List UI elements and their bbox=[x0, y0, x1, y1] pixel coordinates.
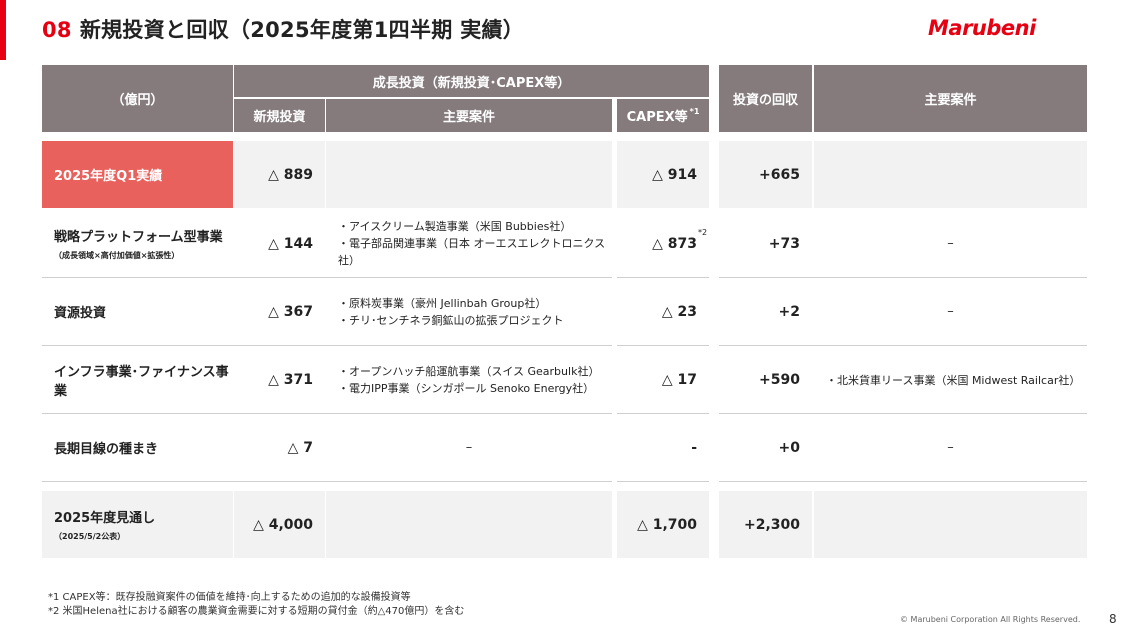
recovery-value: +73 bbox=[768, 235, 800, 252]
recovery-cases-header: 主要案件 bbox=[814, 65, 1087, 132]
row-label-text: 資源投資 bbox=[54, 306, 107, 321]
new-investment-header: 新規投資 bbox=[234, 99, 325, 132]
row-label-text: インフラ事業･ファイナンス事業 bbox=[54, 364, 229, 399]
row-label-text: 戦略プラットフォーム型事業 bbox=[54, 230, 223, 245]
row-divider bbox=[719, 481, 1087, 482]
new-investment-value: △ 371 bbox=[268, 371, 313, 388]
recovery-value: +0 bbox=[778, 439, 800, 456]
new-investment-value: △ 144 bbox=[268, 235, 313, 252]
cases-cell: ・アイスクリーム製造事業（米国 Bubbies社） ・電子部品関連事業（日本 オー… bbox=[326, 210, 612, 277]
recovery-value: +665 bbox=[719, 141, 812, 208]
capex-value: △ 914 bbox=[617, 141, 709, 208]
recovery-value: +590 bbox=[759, 371, 800, 388]
footnote: *2 米国Helena社における顧客の農業資金需要に対する短期の貸付金（約△47… bbox=[48, 606, 465, 617]
recovery-cases-cell bbox=[814, 491, 1087, 558]
capex-value: △ 17 bbox=[661, 371, 697, 388]
new-investment-value: △ 4,000 bbox=[234, 491, 325, 558]
case-item: ・アイスクリーム製造事業（米国 Bubbies社） bbox=[338, 220, 572, 233]
case-item: ・オープンハッチ船運航事業（スイス Gearbulk社） bbox=[338, 364, 600, 378]
page-number: 8 bbox=[1109, 612, 1117, 626]
case-item: ・原料炭事業（豪州 Jellinbah Group社） bbox=[338, 296, 547, 310]
case-item: ・電子部品関連事業（日本 オーエスエレクトロニクス社） bbox=[338, 237, 606, 267]
new-investment-value: △ 7 bbox=[287, 439, 313, 456]
capex-header-note: *1 bbox=[689, 107, 700, 116]
row-label: 2025年度見通し （2025/5/2公表） bbox=[42, 491, 233, 558]
row-label-text: 長期目線の種まき bbox=[54, 442, 159, 457]
unit-header: （億円） bbox=[42, 65, 233, 132]
row-label-text: 2025年度Q1実績 bbox=[54, 169, 163, 184]
copyright: © Marubeni Corporation All Rights Reserv… bbox=[900, 615, 1081, 624]
capex-value: △ 1,700 bbox=[617, 491, 709, 558]
case-item: ・チリ･センチネラ銅鉱山の拡張プロジェクト bbox=[338, 313, 564, 327]
row-divider bbox=[617, 481, 709, 482]
case-item: ・電力IPP事業（シンガポール Senoko Energy社） bbox=[338, 381, 595, 395]
capex-header-label: CAPEX等 bbox=[626, 110, 688, 125]
recovery-value: +2 bbox=[778, 303, 800, 320]
recovery-cases-cell: – bbox=[947, 440, 954, 455]
row-divider bbox=[42, 481, 612, 482]
title-text: 新規投資と回収（2025年度第1四半期 実績） bbox=[79, 18, 525, 42]
row-label-text: 2025年度見通し bbox=[54, 511, 156, 526]
cases-cell bbox=[326, 491, 612, 558]
new-investment-value: △ 367 bbox=[268, 303, 313, 320]
row-label: インフラ事業･ファイナンス事業 bbox=[42, 346, 233, 413]
marubeni-logo: Marubeni bbox=[928, 16, 1036, 40]
accent-bar bbox=[0, 0, 6, 60]
recovery-cases-cell bbox=[814, 141, 1087, 208]
row-label: 戦略プラットフォーム型事業 （成長領域×高付加価値×拡張性） bbox=[42, 210, 233, 277]
recovery-cases-cell: – bbox=[947, 236, 954, 251]
page-title: 08 新規投資と回収（2025年度第1四半期 実績） bbox=[42, 14, 524, 44]
row-sublabel: （2025/5/2公表） bbox=[54, 532, 126, 541]
row-label: 長期目線の種まき bbox=[42, 414, 233, 481]
row-label: 2025年度Q1実績 bbox=[42, 141, 233, 208]
capex-footnote-marker: *2 bbox=[698, 228, 708, 237]
row-label: 資源投資 bbox=[42, 278, 233, 345]
cases-cell bbox=[326, 141, 612, 208]
recovery-value: +2,300 bbox=[719, 491, 812, 558]
capex-value: - bbox=[691, 439, 697, 456]
title-number: 08 bbox=[42, 18, 72, 42]
capex-value: △ 873 bbox=[652, 235, 697, 252]
recovery-cases-cell: ・北米貨車リース事業（米国 Midwest Railcar社） bbox=[826, 373, 1081, 387]
capex-header: CAPEX等 *1 bbox=[617, 99, 709, 132]
footnote: *1 CAPEX等：既存投融資案件の価値を維持･向上するための追加的な設備投資等 bbox=[48, 592, 411, 603]
main-cases-header: 主要案件 bbox=[326, 99, 612, 132]
row-sublabel: （成長領域×高付加価値×拡張性） bbox=[54, 251, 180, 260]
growth-investment-header: 成長投資（新規投資･CAPEX等） bbox=[234, 65, 709, 97]
new-investment-value: △ 889 bbox=[234, 141, 325, 208]
cases-cell: – bbox=[465, 440, 473, 455]
cases-cell: ・原料炭事業（豪州 Jellinbah Group社） ・チリ･センチネラ銅鉱山の… bbox=[326, 278, 612, 345]
cases-cell: ・オープンハッチ船運航事業（スイス Gearbulk社） ・電力IPP事業（シンガ… bbox=[326, 346, 612, 413]
capex-value: △ 23 bbox=[661, 303, 697, 320]
recovery-cases-cell: – bbox=[947, 304, 954, 319]
recovery-header: 投資の回収 bbox=[719, 65, 812, 132]
